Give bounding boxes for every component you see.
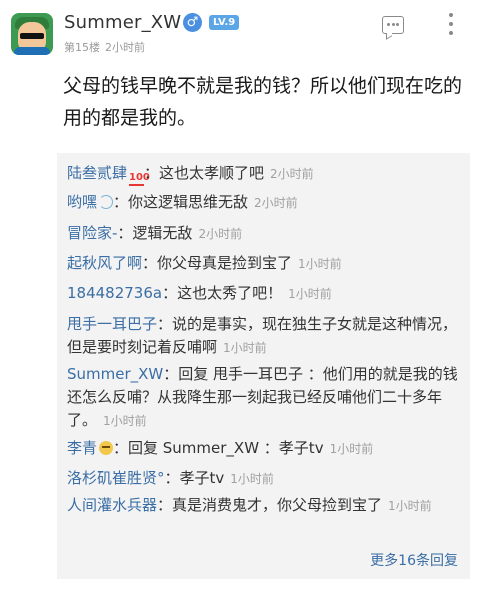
comment-text: ：你父母真是捡到宝了 — [142, 254, 293, 272]
comment-author[interactable]: 李青 — [67, 439, 97, 457]
comment-time: 1小时前 — [288, 287, 332, 301]
post-content: 父母的钱早晚不就是我的钱？所以他们现在吃的用的都是我的。 — [63, 75, 463, 129]
comment-author[interactable]: 184482736a — [67, 284, 162, 302]
comment-time: 1小时前 — [103, 414, 147, 428]
comment-icon[interactable] — [382, 16, 404, 34]
comment-author[interactable]: 甩手一耳巴子 — [67, 315, 157, 333]
avatar[interactable] — [11, 13, 53, 55]
comment-dot — [387, 23, 390, 26]
list-item[interactable]: 起秋风了啊：你父母真是捡到宝了 1小时前 — [67, 252, 465, 276]
comment-text: ：这也太秀了吧！ — [162, 284, 283, 302]
list-item[interactable]: 洛杉矶崔胜贤°：孝子tv 1小时前 — [67, 467, 465, 491]
reply-list: 陆叁贰肆 100：这也太孝顺了吧 2小时前 哟嘿 ：你这逻辑思维无敌 2小时前 冒险家-… — [57, 153, 470, 579]
comment-text: ：真是消费鬼才，你父母捡到宝了 — [157, 496, 383, 514]
list-item[interactable]: 人间灌水兵器：真是消费鬼才，你父母捡到宝了 1小时前 — [67, 494, 465, 518]
comment-dot — [391, 23, 395, 26]
post-username[interactable]: Summer_XW — [64, 12, 181, 33]
comment-time: 1小时前 — [298, 257, 342, 271]
more-dot — [449, 13, 453, 17]
comment-text: ：孝子tv — [164, 469, 225, 487]
post-header: Summer_XW ♂ LV.9 第15楼 2小时前 — [0, 0, 477, 58]
swirl-icon — [99, 195, 114, 209]
comment-author[interactable]: Summer_XW — [67, 365, 163, 383]
more-dot — [449, 22, 453, 26]
face-icon — [99, 441, 114, 455]
comment-time: 1小时前 — [329, 442, 374, 456]
comment-time: 2小时前 — [270, 167, 314, 181]
level-badge: LV.9 — [209, 15, 240, 30]
comment-author[interactable]: 冒险家- — [67, 224, 117, 242]
list-item[interactable]: 甩手一耳巴子：说的是事实，现在独生子女就是这种情况，但是要时刻记着反哺啊 1小时前 — [67, 313, 465, 360]
comment-time: 1小时前 — [223, 341, 267, 355]
list-item[interactable]: 冒险家-：逻辑无敌 2小时前 — [67, 222, 465, 246]
more-options-icon[interactable] — [446, 13, 456, 35]
list-item[interactable]: 哟嘿 ：你这逻辑思维无敌 2小时前 — [67, 191, 465, 215]
comment-time: 1小时前 — [230, 472, 274, 486]
list-item[interactable]: 李青 ：回复 Summer_XW ：孝子tv 1小时前 — [67, 437, 465, 461]
male-gender-icon: ♂ — [183, 13, 202, 32]
floor-number: 第15楼 — [64, 41, 100, 54]
comment-author[interactable]: 起秋风了啊 — [67, 254, 142, 272]
post-time: 2小时前 — [105, 41, 145, 54]
list-item[interactable]: 184482736a：这也太秀了吧！ 1小时前 — [67, 282, 465, 306]
list-item[interactable]: 陆叁贰肆 100：这也太孝顺了吧 2小时前 — [67, 162, 465, 186]
comment-text: ：这也太孝顺了吧 — [144, 164, 265, 182]
comment-time: 2小时前 — [254, 196, 298, 210]
list-item[interactable]: Summer_XW：回复 甩手一耳巴子 ：他们用的就是我的钱还怎么反哺？从我降生… — [67, 363, 465, 433]
comment-dot — [396, 23, 399, 26]
comment-author[interactable]: 人间灌水兵器 — [67, 496, 157, 514]
post-meta: 第15楼 2小时前 — [64, 39, 145, 55]
comment-time: 2小时前 — [198, 227, 243, 241]
avatar-body — [14, 47, 50, 55]
comment-author[interactable]: 洛杉矶崔胜贤° — [67, 469, 165, 487]
comment-author[interactable]: 陆叁贰肆 — [67, 164, 127, 182]
comment-text: ：逻辑无敌 — [117, 224, 193, 242]
comment-time: 1小时前 — [388, 499, 432, 513]
comment-text: ：你这逻辑思维无敌 — [113, 193, 249, 211]
more-replies-link[interactable]: 更多16条回复 — [370, 550, 458, 570]
hundred-points-icon: 100 — [129, 172, 150, 186]
comment-author[interactable]: 哟嘿 — [67, 193, 97, 211]
more-dot — [449, 31, 453, 35]
avatar-glasses — [20, 33, 44, 39]
comment-text: ：回复 Summer_XW ：孝子tv — [113, 439, 324, 457]
